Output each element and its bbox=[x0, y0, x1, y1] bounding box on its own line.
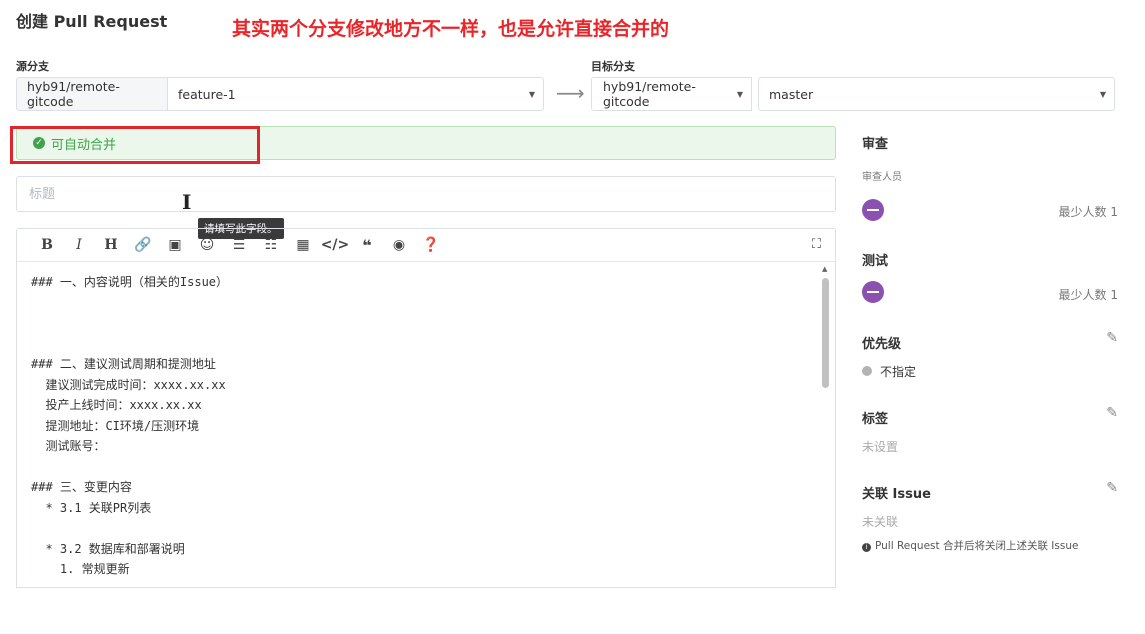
chevron-down-icon: ▼ bbox=[736, 89, 743, 99]
priority-dot-icon bbox=[862, 366, 872, 376]
priority-value: 不指定 bbox=[880, 365, 917, 379]
italic-icon[interactable]: I bbox=[63, 237, 95, 253]
info-icon: i bbox=[862, 542, 871, 552]
markdown-editor: B I H 🔗 ▣ ☺ ☰ ☷ ▦ </> ❝ ◉ ❓ ⛶ ### 一、内容说明… bbox=[16, 228, 836, 588]
bullet-list-icon[interactable]: ☰ bbox=[223, 237, 255, 253]
help-icon[interactable]: ❓ bbox=[415, 237, 447, 253]
priority-title: 优先级 bbox=[862, 337, 902, 352]
editor-toolbar: B I H 🔗 ▣ ☺ ☰ ☷ ▦ </> ❝ ◉ ❓ ⛶ bbox=[17, 229, 835, 262]
heading-icon[interactable]: H bbox=[95, 237, 127, 253]
issue-value: 未关联 bbox=[862, 515, 899, 529]
source-repo: hyb91/remote-gitcode bbox=[16, 77, 168, 111]
chevron-down-icon: ▼ bbox=[528, 89, 535, 99]
source-branch-value: feature-1 bbox=[178, 86, 236, 102]
target-repo-select[interactable]: hyb91/remote-gitcode ▼ bbox=[591, 77, 752, 111]
edit-icon[interactable]: ✎ bbox=[1106, 405, 1118, 421]
emoji-icon[interactable]: ☺ bbox=[191, 237, 223, 253]
arrow-right-icon: ⟶ bbox=[556, 81, 585, 105]
tester-avatar[interactable] bbox=[862, 281, 884, 303]
test-title: 测试 bbox=[862, 254, 889, 269]
text-cursor-icon: I bbox=[182, 190, 192, 214]
scroll-up-icon[interactable]: ▲ bbox=[822, 265, 827, 273]
source-branch-select[interactable]: feature-1 ▼ bbox=[168, 77, 544, 111]
highlight-box bbox=[10, 126, 260, 164]
bold-icon[interactable]: B bbox=[31, 237, 63, 253]
preview-icon[interactable]: ◉ bbox=[383, 237, 415, 253]
editor-content[interactable]: ### 一、内容说明（相关的Issue） ### 二、建议测试周期和提测地址 建… bbox=[17, 262, 835, 587]
numbered-list-icon[interactable]: ☷ bbox=[255, 237, 287, 253]
target-branch-value: master bbox=[769, 86, 814, 102]
quote-icon[interactable]: ❝ bbox=[351, 236, 383, 255]
chevron-down-icon: ▼ bbox=[1099, 89, 1106, 99]
target-branch-select[interactable]: master ▼ bbox=[758, 77, 1115, 111]
link-icon[interactable]: 🔗 bbox=[127, 237, 159, 253]
labels-title: 标签 bbox=[862, 412, 889, 427]
edit-icon[interactable]: ✎ bbox=[1106, 330, 1118, 346]
issue-note-text: Pull Request 合并后将关闭上述关联 Issue bbox=[875, 540, 1079, 552]
image-icon[interactable]: ▣ bbox=[159, 237, 191, 253]
source-branch-row: hyb91/remote-gitcode feature-1 ▼ bbox=[16, 77, 544, 111]
code-icon[interactable]: </> bbox=[319, 237, 351, 253]
issue-title: 关联 Issue bbox=[862, 487, 931, 502]
test-min-count: 最少人数 1 bbox=[1058, 288, 1118, 302]
fullscreen-icon[interactable]: ⛶ bbox=[812, 237, 821, 252]
scroll-thumb[interactable] bbox=[822, 278, 829, 388]
editor-scrollbar[interactable]: ▲ bbox=[821, 262, 831, 587]
target-branch-label: 目标分支 bbox=[591, 60, 635, 73]
target-repo-value: hyb91/remote-gitcode bbox=[603, 79, 696, 109]
source-branch-label: 源分支 bbox=[16, 60, 49, 73]
table-icon[interactable]: ▦ bbox=[287, 237, 319, 253]
target-branch-row: hyb91/remote-gitcode ▼ master ▼ bbox=[591, 77, 1115, 111]
review-title: 审查 bbox=[862, 137, 889, 152]
labels-value: 未设置 bbox=[862, 440, 899, 454]
review-subtitle: 审查人员 bbox=[862, 172, 902, 183]
title-input[interactable] bbox=[16, 176, 836, 212]
annotation-text: 其实两个分支修改地方不一样，也是允许直接合并的 bbox=[232, 18, 670, 40]
review-min-count: 最少人数 1 bbox=[1058, 205, 1118, 219]
page-title: 创建 Pull Request bbox=[16, 12, 168, 31]
edit-icon[interactable]: ✎ bbox=[1106, 480, 1118, 496]
reviewer-avatar[interactable] bbox=[862, 199, 884, 221]
issue-note: i Pull Request 合并后将关闭上述关联 Issue bbox=[862, 538, 1078, 553]
